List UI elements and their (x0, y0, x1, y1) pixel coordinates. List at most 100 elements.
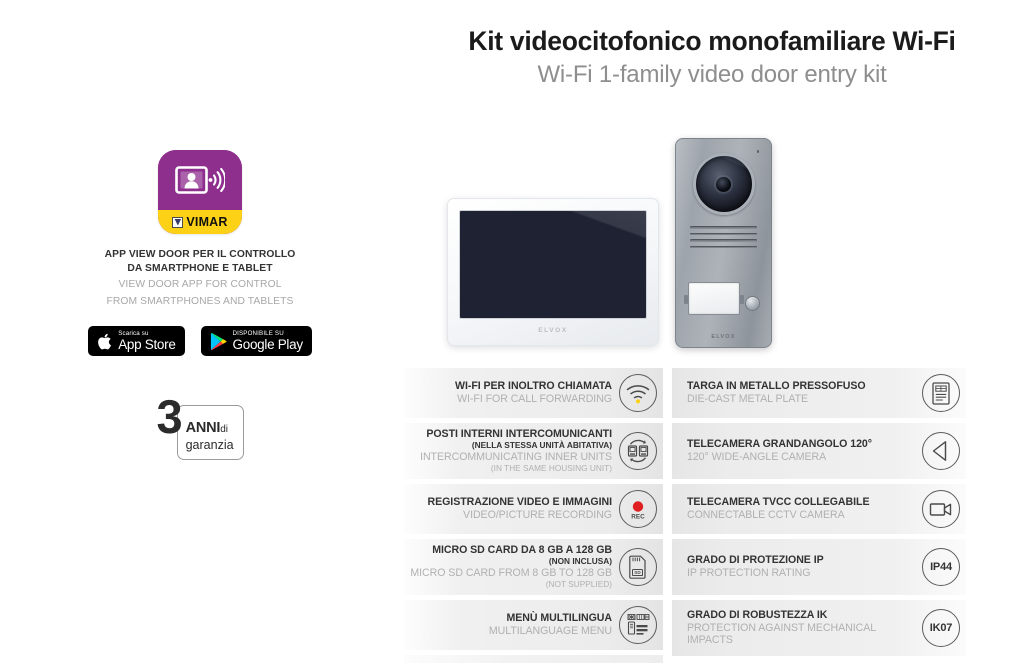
video-intercom-person-icon (175, 166, 225, 194)
feature-text: TELECAMERA GRANDANGOLO 120° 120° WIDE-AN… (678, 438, 922, 464)
page-title-en: Wi-Fi 1-family video door entry kit (537, 61, 887, 89)
feature-text: POSTI INTERNI INTERCOMUNICANTI (NELLA ST… (410, 428, 619, 474)
app-desc-en-line1: VIEW DOOR APP FOR CONTROL (118, 279, 282, 291)
grille-slot (690, 239, 757, 242)
feature-title-en: MICRO SD CARD FROM 8 GB TO 128 GB (410, 567, 612, 579)
product-sheet: Kit videocitofonico monofamiliare Wi-Fi … (0, 0, 1024, 663)
sd-card-icon: SD (619, 548, 657, 586)
rec-icon: REC (619, 490, 657, 528)
app-desc-it-line1: APP VIEW DOOR PER IL CONTROLLO (104, 249, 296, 260)
feature-subtitle-it: (NON INCLUSA) (548, 556, 612, 567)
ip44-badge-icon: IP44 (922, 548, 960, 586)
feature-subtitle-en: (IN THE SAME HOUSING UNIT) (490, 462, 612, 473)
page-header: Kit videocitofonico monofamiliare Wi-Fi … (400, 26, 1024, 91)
feature-title-it: GRADO DI PROTEZIONE IP (687, 554, 824, 567)
svg-text:REC: REC (631, 514, 645, 521)
panel-call-button[interactable] (745, 296, 760, 311)
feature-row-multilanguage: MENÙ MULTILINGUA MULTILANGUAGE MENU (404, 600, 663, 650)
app-desc-en-line2: FROM SMARTPHONES AND TABLETS (106, 295, 294, 307)
left-column: VIMAR APP VIEW DOOR PER IL CONTROLLO DA … (0, 150, 400, 460)
feature-text: MENÙ MULTILINGUA MULTILANGUAGE MENU (410, 612, 619, 638)
warranty-badge: 3 ANNIdi garanzia (156, 390, 244, 460)
google-play-badge[interactable]: DISPONIBILE SU Google Play (200, 326, 312, 357)
feature-row-sdcard: MICRO SD CARD DA 8 GB A 128 GB (NON INCL… (404, 539, 663, 595)
feature-title-it: REGISTRAZIONE VIDEO E IMMAGINI (427, 496, 613, 509)
feature-title-en: CONNECTABLE CCTV CAMERA (687, 509, 845, 521)
warranty-line2: garanzia (185, 438, 234, 453)
monitor-brand-label: ELVOX (538, 327, 568, 334)
outdoor-entrance-panel: ELVOX (675, 138, 772, 348)
page-title-it: Kit videocitofonico monofamiliare Wi-Fi (468, 26, 956, 56)
feature-text: GRADO DI PROTEZIONE IP IP PROTECTION RAT… (678, 554, 922, 580)
google-play-labels: DISPONIBILE SU Google Play (232, 329, 304, 352)
feature-row-intercom: POSTI INTERNI INTERCOMUNICANTI (NELLA ST… (404, 423, 663, 479)
monitor-screen (459, 210, 647, 319)
app-icon-wrapper: VIMAR (0, 150, 400, 234)
app-store-big-label: App Store (118, 337, 176, 353)
feature-title-en: MULTILANGUAGE MENU (488, 625, 612, 637)
multilanguage-flags-icon (619, 606, 657, 644)
app-description: APP VIEW DOOR PER IL CONTROLLO DA SMARTP… (0, 248, 400, 308)
feature-column-right: TARGA IN METALLO PRESSOFUSO DIE-CAST MET… (672, 368, 966, 663)
feature-text: TARGA IN METALLO PRESSOFUSO DIE-CAST MET… (678, 380, 922, 406)
view-door-app-icon: VIMAR (158, 150, 242, 234)
panel-camera-lens (692, 153, 755, 215)
feature-title-en: INTERCOMMUNICATING INNER UNITS (420, 451, 612, 463)
vimar-brand-label: VIMAR (186, 215, 228, 229)
grille-slot (690, 226, 757, 229)
warranty-line1: ANNIdi (185, 419, 229, 437)
panel-brand-label: ELVOX (711, 334, 736, 340)
app-store-small-label: Scarica su (118, 329, 149, 337)
feature-text: GRADO DI ROBUSTEZZA IK PROTECTION AGAINS… (678, 609, 922, 648)
svg-text:SD: SD (634, 570, 641, 575)
grille-slot (690, 232, 757, 235)
feature-title-en: DIE-CAST METAL PLATE (687, 393, 809, 405)
wifi-icon (619, 374, 657, 412)
feature-title-en-line2: IMPACTS (687, 634, 733, 647)
feature-title-it: TELECAMERA TVCC COLLEGABILE (687, 496, 870, 509)
store-badges: Scarica su App Store DISPONIBILE SU Goog… (0, 326, 400, 357)
feature-subtitle-it: (NELLA STESSA UNITÀ ABITATIVA) (471, 440, 612, 451)
google-play-small-label: DISPONIBILE SU (232, 329, 284, 337)
feature-text: MICRO SD CARD DA 8 GB A 128 GB (NON INCL… (410, 544, 619, 590)
google-play-triangle-icon (210, 332, 227, 351)
feature-title-it: TARGA IN METALLO PRESSOFUSO (687, 380, 866, 393)
app-store-badge[interactable]: Scarica su App Store (88, 326, 185, 357)
feature-row-cctv: TELECAMERA TVCC COLLEGABILE CONNECTABLE … (672, 484, 966, 534)
feature-title-en: PROTECTION AGAINST MECHANICAL (687, 621, 877, 634)
warranty-box: ANNIdi garanzia (176, 405, 244, 460)
feature-subtitle-en: (NOT SUPPLIED) (545, 578, 612, 589)
feature-text: TELECAMERA TVCC COLLEGABILE CONNECTABLE … (678, 496, 922, 522)
intercom-units-icon (619, 432, 657, 470)
feature-title-en: WI-FI FOR CALL FORWARDING (457, 393, 612, 405)
panel-nameplate (684, 282, 744, 315)
feature-title-it: MENÙ MULTILINGUA (506, 612, 612, 625)
indoor-monitor: ELVOX (447, 198, 659, 346)
feature-title-en: 120° WIDE-ANGLE CAMERA (687, 451, 827, 463)
warranty-badge-wrapper: 3 ANNIdi garanzia (0, 390, 400, 460)
feature-column-left: WI-FI PER INOLTRO CHIAMATA WI-FI FOR CAL… (404, 368, 663, 663)
cctv-camera-icon (922, 490, 960, 528)
app-icon-brand: VIMAR (158, 210, 242, 234)
panel-led-icon (756, 150, 759, 153)
ik07-badge-icon: IK07 (922, 609, 960, 647)
warranty-years-number: 3 (156, 390, 182, 444)
app-store-labels: Scarica su App Store (118, 329, 176, 353)
warranty-anni-label: ANNI (185, 420, 221, 437)
feature-row-spacer (404, 655, 663, 663)
feature-title-it: WI-FI PER INOLTRO CHIAMATA (455, 380, 612, 393)
apple-logo-icon (97, 332, 112, 351)
feature-title-it: GRADO DI ROBUSTEZZA IK (687, 608, 828, 621)
feature-row-recording: REGISTRAZIONE VIDEO E IMMAGINI VIDEO/PIC… (404, 484, 663, 534)
panel-speaker-grille (690, 226, 757, 248)
feature-row-ip44: IP44 GRADO DI PROTEZIONE IP IP PROTECTIO… (672, 539, 966, 595)
feature-text: WI-FI PER INOLTRO CHIAMATA WI-FI FOR CAL… (410, 380, 619, 406)
vimar-logo-icon (172, 216, 184, 228)
feature-row-wide-angle: TELECAMERA GRANDANGOLO 120° 120° WIDE-AN… (672, 423, 966, 479)
feature-title-it: TELECAMERA GRANDANGOLO 120° (687, 438, 872, 451)
grille-slot (690, 245, 757, 248)
warranty-di-label: di (220, 424, 229, 436)
feature-row-ik07: IK07 GRADO DI ROBUSTEZZA IK PROTECTION A… (672, 600, 966, 656)
feature-text: REGISTRAZIONE VIDEO E IMMAGINI VIDEO/PIC… (410, 496, 619, 522)
wide-angle-icon (922, 432, 960, 470)
